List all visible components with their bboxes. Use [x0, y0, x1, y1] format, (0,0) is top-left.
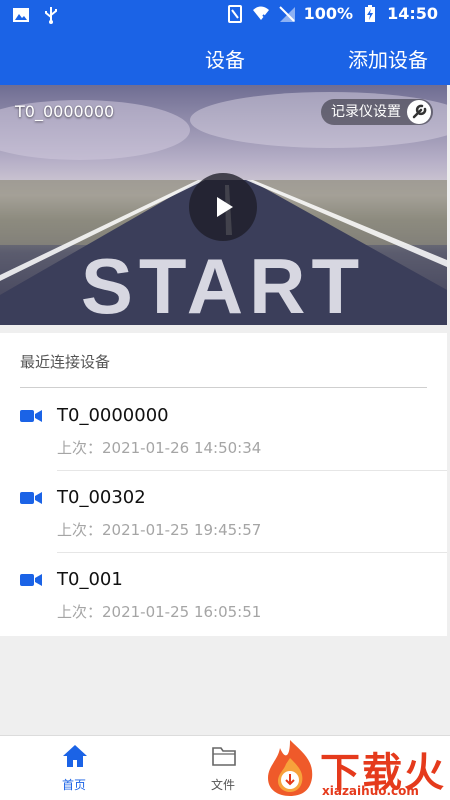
last-connected-time: 上次：2021-01-26 14:50:34 [57, 439, 262, 457]
status-bar: 100% 14:50 [0, 0, 450, 30]
play-button[interactable] [189, 173, 257, 241]
app-bar: 设备 添加设备 [0, 30, 450, 85]
tab-home-label: 首页 [61, 778, 86, 792]
tab-home[interactable]: 首页 [24, 736, 124, 800]
flame-logo-icon [268, 740, 313, 796]
recent-devices-card: 最近连接设备 T0_0000000 上次：2021-01-26 14:50:34… [0, 333, 447, 636]
wifi-off-icon [252, 6, 269, 21]
device-name: T0_00302 [57, 487, 146, 508]
clock: 14:50 [387, 4, 438, 23]
video-camera-icon [20, 492, 42, 504]
video-camera-icon [20, 410, 42, 422]
battery-percent: 100% [303, 4, 354, 23]
play-icon [217, 197, 233, 217]
watermark-logo: 下载火 xiazaihuo.com [262, 738, 448, 798]
signal-off-icon [278, 5, 295, 22]
tab-files-label: 文件 [210, 778, 235, 792]
svg-text:START: START [81, 242, 365, 325]
video-camera-icon [20, 574, 42, 586]
watermark-url: xiazaihuo.com [322, 784, 419, 798]
device-name: T0_0000000 [57, 405, 169, 426]
image-icon [13, 8, 29, 22]
section-divider [20, 387, 427, 388]
device-preview[interactable]: T0_0000000 记录仪设置 START [0, 85, 447, 325]
tab-files[interactable]: 文件 [173, 736, 273, 800]
list-item[interactable]: T0_0000000 上次：2021-01-26 14:50:34 [0, 389, 447, 471]
list-item[interactable]: T0_00302 上次：2021-01-25 19:45:57 [0, 471, 447, 553]
usb-icon [45, 7, 57, 24]
folder-icon [212, 747, 236, 766]
nfc-icon [227, 4, 242, 23]
home-icon [63, 745, 87, 767]
recent-devices-title: 最近连接设备 [20, 353, 111, 371]
battery-charging-icon [365, 4, 376, 22]
device-name: T0_001 [57, 569, 123, 590]
last-connected-time: 上次：2021-01-25 16:05:51 [57, 603, 262, 621]
add-device-button[interactable]: 添加设备 [348, 44, 428, 73]
list-item[interactable]: T0_001 上次：2021-01-25 16:05:51 [0, 553, 447, 635]
last-connected-time: 上次：2021-01-25 19:45:57 [57, 521, 262, 539]
